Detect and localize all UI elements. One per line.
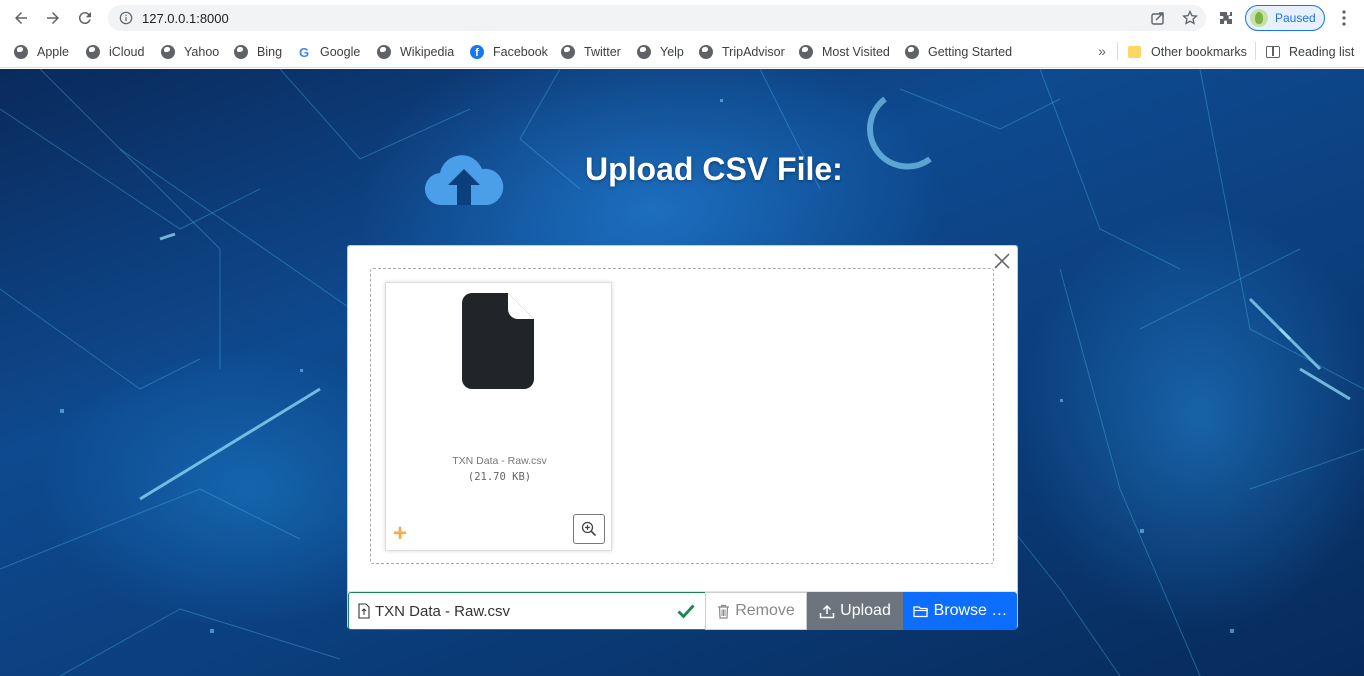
browse-button[interactable]: Browse …	[903, 592, 1017, 630]
forward-icon[interactable]	[41, 7, 65, 29]
bookmark-star-icon[interactable]	[1174, 5, 1206, 31]
zoom-preview-button[interactable]	[573, 514, 605, 544]
folder-open-icon	[912, 605, 928, 617]
reading-list-icon	[1266, 46, 1280, 58]
profile-button[interactable]: Paused	[1245, 5, 1325, 31]
bookmark-most-visited[interactable]: Most Visited	[799, 42, 890, 62]
globe-icon	[905, 45, 919, 59]
globe-icon	[86, 45, 100, 59]
other-bookmarks[interactable]: Other bookmarks	[1128, 42, 1247, 62]
bookmark-google[interactable]: G Google	[297, 42, 360, 62]
globe-icon	[234, 45, 248, 59]
page-title: Upload CSV File:	[585, 151, 843, 187]
avatar	[1250, 9, 1268, 27]
browse-label: Browse …	[933, 602, 1008, 619]
globe-icon	[699, 45, 713, 59]
file-icon	[462, 293, 534, 389]
share-icon[interactable]	[1142, 5, 1174, 31]
bookmark-twitter[interactable]: Twitter	[561, 42, 621, 62]
remove-button[interactable]: Remove	[705, 592, 807, 630]
trash-icon	[718, 604, 730, 619]
file-upload-icon	[358, 603, 370, 619]
upload-button[interactable]: Upload	[807, 592, 903, 630]
address-bar[interactable]: 127.0.0.1:8000	[108, 5, 1206, 31]
cloud-upload-icon	[424, 155, 504, 206]
bookmark-tripadvisor[interactable]: TripAdvisor	[699, 42, 785, 62]
globe-icon	[799, 45, 813, 59]
divider	[1117, 42, 1118, 60]
globe-icon	[161, 45, 175, 59]
reload-icon[interactable]	[73, 7, 97, 29]
back-icon[interactable]	[9, 7, 33, 29]
file-caption-name: TXN Data - Raw.csv	[375, 602, 511, 620]
bookmark-icloud[interactable]: iCloud	[86, 42, 144, 62]
remove-label: Remove	[735, 602, 795, 619]
bookmark-getting-started[interactable]: Getting Started	[905, 42, 1012, 62]
facebook-icon: f	[470, 45, 484, 59]
bookmarks-overflow-icon[interactable]: »	[1094, 41, 1110, 61]
folder-icon	[1128, 46, 1141, 58]
bookmark-yahoo[interactable]: Yahoo	[161, 42, 219, 62]
globe-icon	[561, 45, 575, 59]
reading-list[interactable]: Reading list	[1266, 42, 1354, 62]
bookmark-apple[interactable]: Apple	[14, 42, 69, 62]
globe-icon	[637, 45, 651, 59]
divider	[1255, 42, 1256, 60]
file-name: TXN Data - Raw.csv	[452, 455, 547, 467]
file-drop-zone[interactable]: TXN Data - Raw.csv (21.70 KB) +	[370, 268, 994, 564]
close-icon[interactable]	[991, 250, 1013, 272]
check-icon	[677, 604, 695, 619]
browser-menu-icon[interactable]	[1334, 7, 1354, 29]
file-caption[interactable]: TXN Data - Raw.csv	[348, 592, 705, 630]
file-size: (21.70 KB)	[467, 471, 532, 483]
bookmark-bing[interactable]: Bing	[234, 42, 282, 62]
bookmarks-bar: Apple iCloud Yahoo Bing G Google Wikipedi…	[0, 36, 1364, 68]
globe-icon	[14, 45, 28, 59]
google-icon: G	[298, 44, 310, 60]
zoom-in-icon	[581, 521, 597, 537]
file-preview-card: TXN Data - Raw.csv (21.70 KB) +	[385, 282, 612, 551]
browser-toolbar: 127.0.0.1:8000 Paused	[0, 0, 1364, 36]
extensions-icon[interactable]	[1214, 7, 1238, 29]
file-input-group: TXN Data - Raw.csv Remove Upload Browse …	[348, 591, 1017, 630]
upload-icon	[819, 604, 835, 618]
file-upload-widget: TXN Data - Raw.csv (21.70 KB) + TXN Data…	[347, 245, 1018, 630]
bookmark-yelp[interactable]: Yelp	[637, 42, 684, 62]
url-text[interactable]: 127.0.0.1:8000	[142, 11, 229, 26]
add-icon[interactable]: +	[391, 522, 409, 546]
site-info-icon[interactable]	[118, 10, 134, 26]
globe-icon	[377, 45, 391, 59]
bookmark-facebook[interactable]: f Facebook	[470, 42, 548, 62]
upload-label: Upload	[840, 602, 891, 619]
bookmark-wikipedia[interactable]: Wikipedia	[377, 42, 454, 62]
page-background: Upload CSV File: TXN Data - Raw.csv (21.…	[0, 69, 1364, 676]
profile-status: Paused	[1275, 11, 1316, 25]
